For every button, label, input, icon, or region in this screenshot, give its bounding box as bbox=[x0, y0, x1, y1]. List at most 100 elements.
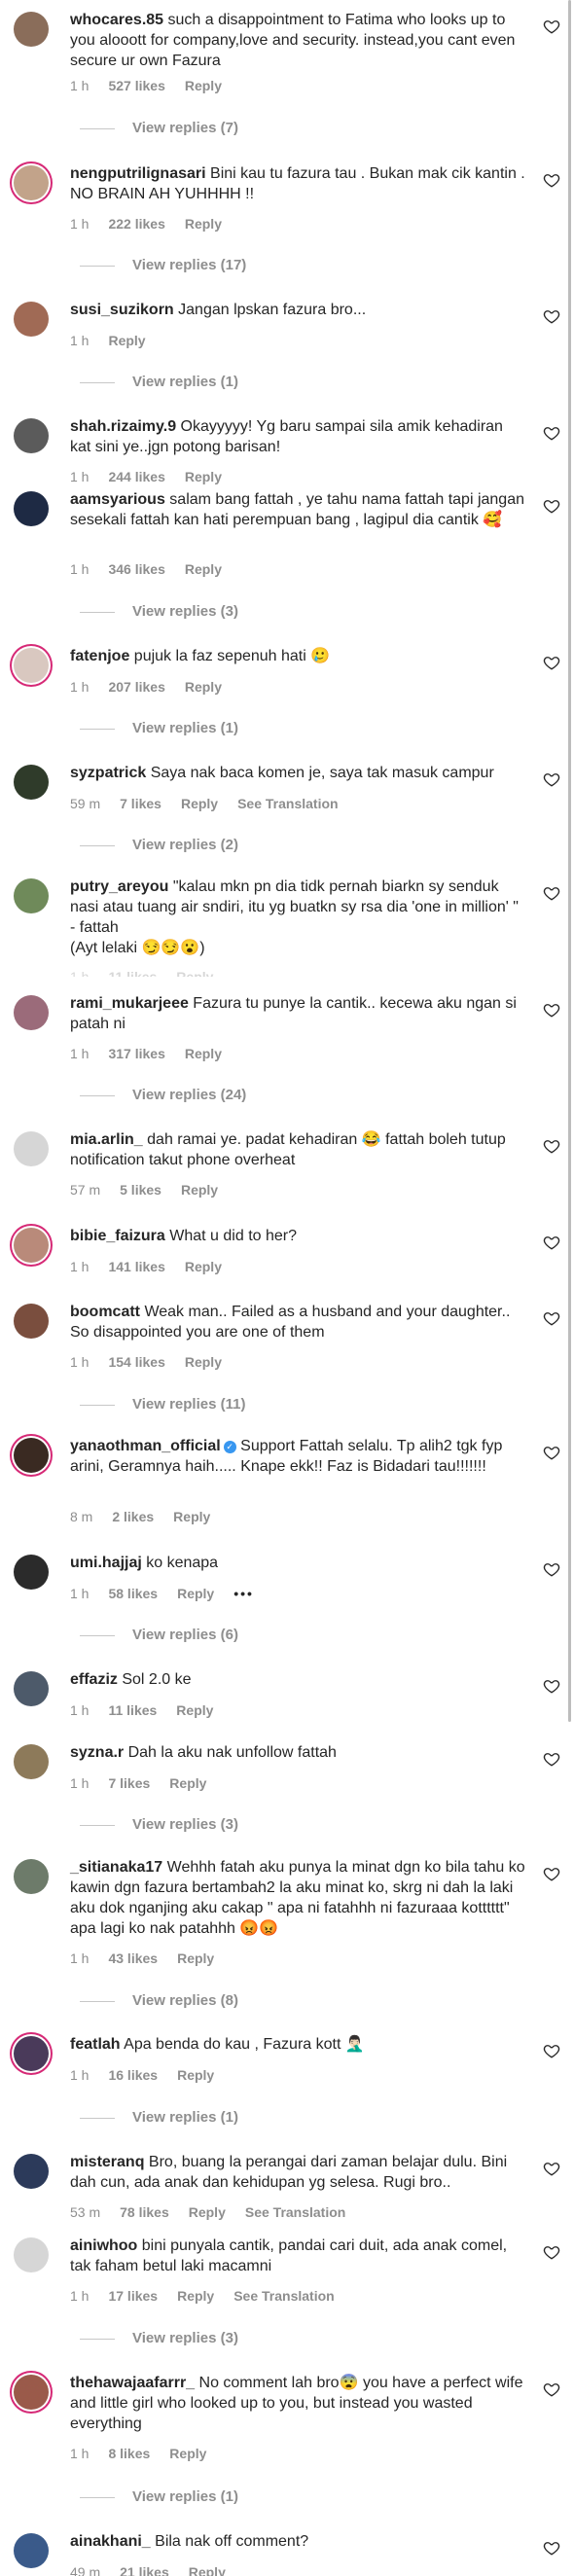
likes-count[interactable]: 78 likes bbox=[120, 2204, 169, 2220]
reply-button[interactable]: Reply bbox=[177, 2288, 214, 2304]
comment-username[interactable]: syzpatrick bbox=[70, 765, 146, 781]
see-translation-link[interactable]: See Translation bbox=[237, 796, 338, 811]
reply-button[interactable]: Reply bbox=[176, 1702, 213, 1718]
view-replies-button[interactable]: View replies (3) bbox=[80, 1816, 238, 1833]
comment-username[interactable]: featlah bbox=[70, 2036, 121, 2053]
comment-username[interactable]: putry_areyou bbox=[70, 878, 168, 895]
likes-count[interactable]: 8 likes bbox=[108, 2446, 150, 2461]
avatar[interactable] bbox=[14, 1555, 49, 1590]
reply-button[interactable]: Reply bbox=[169, 1775, 206, 1791]
avatar[interactable] bbox=[14, 418, 49, 453]
likes-count[interactable]: 346 likes bbox=[108, 561, 164, 577]
reply-button[interactable]: Reply bbox=[185, 679, 222, 695]
comment-username[interactable]: ainiwhoo bbox=[70, 2237, 137, 2254]
avatar[interactable] bbox=[14, 1228, 49, 1263]
like-heart-icon[interactable] bbox=[543, 2042, 560, 2059]
view-replies-button[interactable]: View replies (1) bbox=[80, 2109, 238, 2126]
reply-button[interactable]: Reply bbox=[185, 1354, 222, 1370]
like-heart-icon[interactable] bbox=[543, 1001, 560, 1019]
reply-button[interactable]: Reply bbox=[176, 969, 213, 977]
like-heart-icon[interactable] bbox=[543, 884, 560, 902]
reply-button[interactable]: Reply bbox=[177, 2067, 214, 2083]
likes-count[interactable]: 7 likes bbox=[108, 1775, 150, 1791]
view-replies-button[interactable]: View replies (24) bbox=[80, 1087, 246, 1103]
like-heart-icon[interactable] bbox=[543, 2380, 560, 2398]
like-heart-icon[interactable] bbox=[543, 424, 560, 442]
reply-button[interactable]: Reply bbox=[177, 1586, 214, 1601]
reply-button[interactable]: Reply bbox=[185, 561, 222, 577]
reply-button[interactable]: Reply bbox=[177, 1950, 214, 1966]
like-heart-icon[interactable] bbox=[543, 18, 560, 35]
reply-button[interactable]: Reply bbox=[189, 2204, 226, 2220]
like-heart-icon[interactable] bbox=[543, 1677, 560, 1695]
avatar[interactable] bbox=[14, 2375, 49, 2410]
likes-count[interactable]: 527 likes bbox=[108, 78, 164, 93]
likes-count[interactable]: 58 likes bbox=[108, 1586, 158, 1601]
avatar[interactable] bbox=[14, 1744, 49, 1779]
likes-count[interactable]: 43 likes bbox=[108, 1950, 158, 1966]
like-heart-icon[interactable] bbox=[543, 2160, 560, 2177]
like-heart-icon[interactable] bbox=[543, 654, 560, 671]
reply-button[interactable]: Reply bbox=[185, 1046, 222, 1061]
comment-username[interactable]: _sitianaka17 bbox=[70, 1859, 162, 1876]
avatar[interactable] bbox=[14, 165, 49, 200]
like-heart-icon[interactable] bbox=[543, 1444, 560, 1461]
comment-username[interactable]: effaziz bbox=[70, 1671, 118, 1688]
view-replies-button[interactable]: View replies (3) bbox=[80, 2330, 238, 2346]
reply-button[interactable]: Reply bbox=[173, 1509, 210, 1524]
more-options-icon[interactable]: ••• bbox=[233, 1586, 254, 1601]
view-replies-button[interactable]: View replies (3) bbox=[80, 603, 238, 620]
comment-username[interactable]: nengputrilignasari bbox=[70, 165, 206, 182]
reply-button[interactable]: Reply bbox=[189, 2564, 226, 2576]
avatar[interactable] bbox=[14, 995, 49, 1030]
avatar[interactable] bbox=[14, 2237, 49, 2272]
reply-button[interactable]: Reply bbox=[181, 796, 218, 811]
likes-count[interactable]: 2 likes bbox=[112, 1509, 154, 1524]
comment-username[interactable]: susi_suzikorn bbox=[70, 302, 174, 318]
avatar[interactable] bbox=[14, 878, 49, 913]
avatar[interactable] bbox=[14, 1859, 49, 1894]
like-heart-icon[interactable] bbox=[543, 2539, 560, 2557]
avatar[interactable] bbox=[14, 1438, 49, 1473]
comment-username[interactable]: fatenjoe bbox=[70, 648, 129, 664]
avatar[interactable] bbox=[14, 491, 49, 526]
reply-button[interactable]: Reply bbox=[169, 2446, 206, 2461]
see-translation-link[interactable]: See Translation bbox=[233, 2288, 334, 2304]
comment-username[interactable]: bibie_faizura bbox=[70, 1228, 165, 1244]
like-heart-icon[interactable] bbox=[543, 1309, 560, 1327]
likes-count[interactable]: 141 likes bbox=[108, 1259, 164, 1274]
likes-count[interactable]: 11 likes bbox=[108, 1702, 157, 1718]
like-heart-icon[interactable] bbox=[543, 1137, 560, 1155]
comment-username[interactable]: thehawajaafarrr_ bbox=[70, 2375, 195, 2391]
comment-username[interactable]: mia.arlin_ bbox=[70, 1131, 143, 1148]
avatar[interactable] bbox=[14, 302, 49, 337]
avatar[interactable] bbox=[14, 1304, 49, 1339]
likes-count[interactable]: 7 likes bbox=[120, 796, 161, 811]
see-translation-link[interactable]: See Translation bbox=[245, 2204, 345, 2220]
view-replies-button[interactable]: View replies (1) bbox=[80, 374, 238, 390]
view-replies-button[interactable]: View replies (2) bbox=[80, 837, 238, 853]
likes-count[interactable]: 11 likes bbox=[108, 969, 157, 977]
like-heart-icon[interactable] bbox=[543, 307, 560, 325]
view-replies-button[interactable]: View replies (6) bbox=[80, 1627, 238, 1643]
comment-username[interactable]: misteranq bbox=[70, 2154, 144, 2170]
comment-username[interactable]: rami_mukarjeee bbox=[70, 995, 189, 1012]
likes-count[interactable]: 17 likes bbox=[108, 2288, 158, 2304]
reply-button[interactable]: Reply bbox=[185, 469, 222, 484]
comment-username[interactable]: aamsyarious bbox=[70, 491, 165, 508]
view-replies-button[interactable]: View replies (11) bbox=[80, 1396, 245, 1413]
like-heart-icon[interactable] bbox=[543, 1560, 560, 1578]
like-heart-icon[interactable] bbox=[543, 1750, 560, 1768]
comment-username[interactable]: boomcatt bbox=[70, 1304, 140, 1320]
reply-button[interactable]: Reply bbox=[185, 1259, 222, 1274]
scrollbar[interactable] bbox=[568, 0, 571, 1722]
avatar[interactable] bbox=[14, 12, 49, 47]
likes-count[interactable]: 222 likes bbox=[108, 216, 164, 232]
avatar[interactable] bbox=[14, 2533, 49, 2568]
reply-button[interactable]: Reply bbox=[181, 1182, 218, 1198]
reply-button[interactable]: Reply bbox=[185, 216, 222, 232]
avatar[interactable] bbox=[14, 1671, 49, 1706]
likes-count[interactable]: 207 likes bbox=[108, 679, 164, 695]
like-heart-icon[interactable] bbox=[543, 171, 560, 189]
reply-button[interactable]: Reply bbox=[185, 78, 222, 93]
